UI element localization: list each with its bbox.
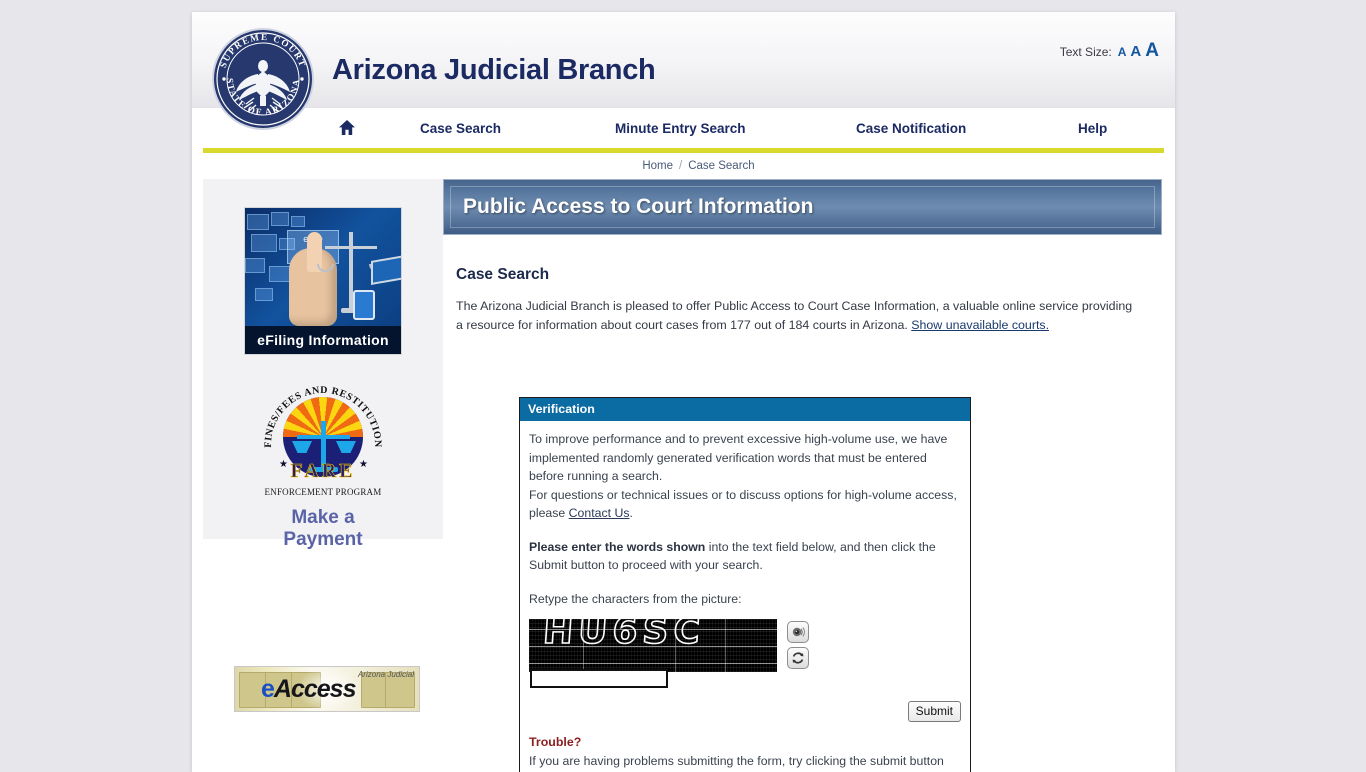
breadcrumb: Home / Case Search [192, 153, 1175, 179]
text-size-control: Text Size: A A A [1060, 40, 1159, 62]
efiling-banner-caption: eFiling Information [245, 326, 401, 354]
eaccess-word-access: Access [274, 675, 356, 703]
main-navigation: Case Search Minute Entry Search Case Not… [192, 108, 1175, 148]
fare-wordmark: FARE [255, 460, 391, 483]
retype-label: Retype the characters from the picture: [529, 590, 961, 609]
laptop-decor [371, 255, 402, 285]
sidebar: eFile eFiling Information [203, 179, 443, 539]
speaker-audio-icon[interactable] [787, 621, 809, 643]
text-size-small-button[interactable]: A [1118, 45, 1127, 59]
fare-subtitle: ENFORCEMENT PROGRAM [255, 487, 391, 497]
verification-panel: Verification To improve performance and … [519, 397, 971, 772]
text-size-label: Text Size: [1060, 45, 1112, 59]
breadcrumb-current[interactable]: Case Search [688, 160, 754, 172]
eaccess-word-e: e [261, 675, 274, 703]
verification-paragraph-1: To improve performance and to prevent ex… [529, 430, 961, 486]
eaccess-top-text: Arizona Judicial [358, 670, 414, 679]
verification-header: Verification [520, 398, 970, 421]
captcha-code-text: HU6SC [542, 623, 705, 642]
nav-item-case-notification[interactable]: Case Notification [856, 121, 966, 136]
make-a-payment-link[interactable]: Make a Payment [203, 507, 443, 551]
refresh-icon[interactable] [787, 647, 809, 669]
banner-title: Public Access to Court Information [463, 195, 813, 219]
efiling-banner-wrap: eFile eFiling Information [203, 179, 443, 355]
spacer [529, 523, 961, 538]
tablet-decor [353, 290, 375, 320]
arizona-supreme-court-seal-icon: SUPREME COURT STATE OF ARIZONA [210, 26, 316, 132]
nav-item-help[interactable]: Help [1078, 121, 1107, 136]
site-title: Arizona Judicial Branch [332, 54, 655, 87]
captcha-input[interactable] [530, 669, 668, 688]
spacer [529, 575, 961, 590]
intro-paragraph: The Arizona Judicial Branch is pleased t… [456, 297, 1136, 334]
page-banner: Public Access to Court Information [443, 179, 1162, 235]
nav-item-minute-entry-search[interactable]: Minute Entry Search [615, 121, 746, 136]
submit-row: Submit [529, 695, 961, 729]
verification-instruction-bold: Please enter the words shown [529, 540, 705, 554]
nav-item-case-search[interactable]: Case Search [420, 121, 501, 136]
contact-us-link[interactable]: Contact Us [569, 506, 630, 520]
verification-body: To improve performance and to prevent ex… [520, 421, 970, 772]
trouble-text: If you are having problems submitting th… [529, 752, 961, 772]
page-title: Case Search [456, 266, 1164, 284]
eaccess-wordmark: eAccess [261, 675, 355, 704]
page-container: SUPREME COURT STATE OF ARIZONA [192, 12, 1175, 772]
text-size-medium-button[interactable]: A [1130, 43, 1141, 60]
home-icon[interactable] [338, 119, 356, 141]
verification-paragraph-2-post: . [629, 506, 632, 520]
breadcrumb-separator: / [679, 160, 682, 172]
captcha-row: HU6SC [529, 619, 961, 675]
make-payment-line2: Payment [203, 529, 443, 551]
site-header: SUPREME COURT STATE OF ARIZONA [192, 12, 1175, 108]
eaccess-logo[interactable]: Arizona Judicial eAccess [234, 666, 420, 712]
main-column: Public Access to Court Information Case … [443, 179, 1164, 334]
verification-paragraph-2: For questions or technical issues or to … [529, 486, 961, 523]
trouble-heading: Trouble? [529, 733, 961, 752]
show-unavailable-courts-link[interactable]: Show unavailable courts. [911, 318, 1049, 332]
text-size-large-button[interactable]: A [1145, 40, 1159, 62]
captcha-image: HU6SC [529, 619, 777, 672]
breadcrumb-home-link[interactable]: Home [642, 160, 673, 172]
make-payment-line1: Make a [203, 507, 443, 529]
fare-program-logo[interactable]: FINES/FEES AND RESTITUTION ★ ★ FARE ENFO… [255, 383, 391, 499]
verification-instruction: Please enter the words shown into the te… [529, 538, 961, 575]
efiling-information-banner[interactable]: eFile eFiling Information [244, 207, 402, 355]
submit-button[interactable]: Submit [908, 701, 961, 722]
